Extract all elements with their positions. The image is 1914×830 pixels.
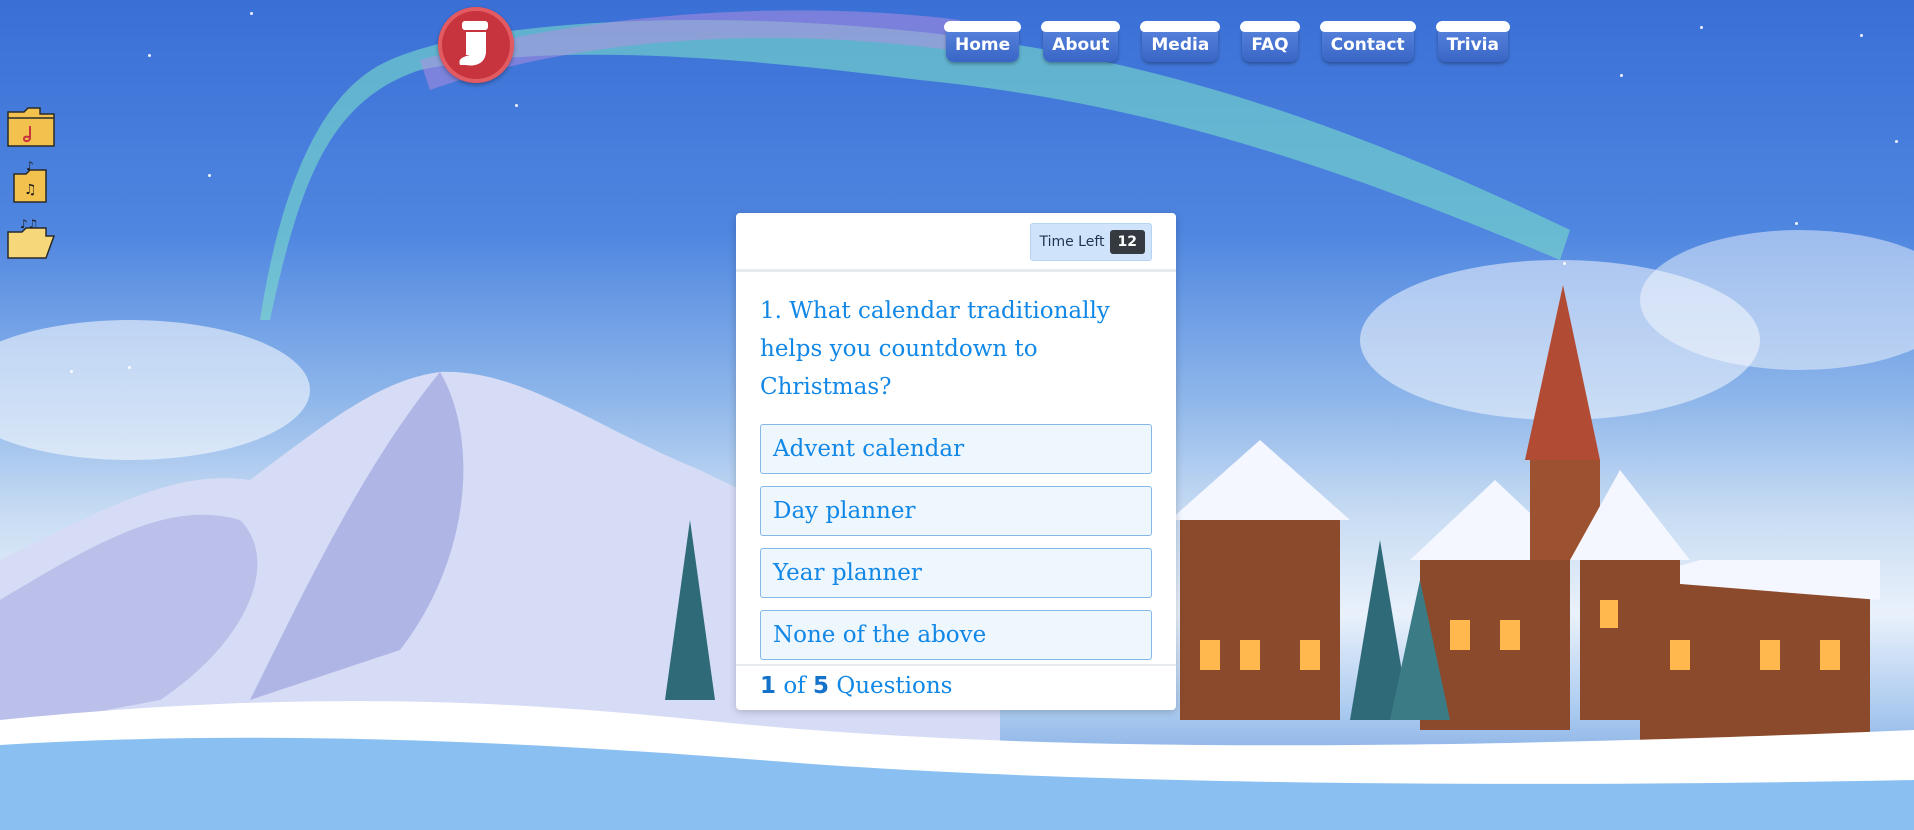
music-folder-icon (7, 107, 55, 147)
answer-option-1[interactable]: Advent calendar (760, 424, 1152, 474)
question-progress: 1 of 5 Questions (736, 664, 1176, 710)
svg-text:♫: ♫ (24, 182, 37, 198)
stocking-logo[interactable] (438, 7, 514, 83)
time-left-label: Time Left (1039, 234, 1105, 250)
progress-of: of (783, 673, 806, 699)
progress-questions-label: Questions (836, 673, 953, 699)
side-music-folders: ♪ ♫ ♪♫ (6, 104, 58, 272)
music-folder-1[interactable] (6, 104, 56, 148)
nav-faq[interactable]: FAQ (1240, 21, 1300, 62)
quiz-card: Time Left 12 1. What calendar traditiona… (736, 213, 1176, 710)
answer-option-4[interactable]: None of the above (760, 610, 1152, 660)
time-left-value: 12 (1109, 230, 1145, 254)
progress-total: 5 (813, 673, 830, 699)
music-folder-open-icon: ♪♫ (7, 217, 56, 259)
answer-option-3[interactable]: Year planner (760, 548, 1152, 598)
nav-about[interactable]: About (1041, 21, 1121, 62)
time-left-badge: Time Left 12 (1030, 223, 1152, 261)
quiz-header: Time Left 12 (736, 213, 1176, 272)
nav-home[interactable]: Home (943, 21, 1022, 62)
question-text: 1. What calendar traditionally helps you… (760, 298, 1110, 400)
music-folder-icon: ♪ ♫ (13, 160, 47, 203)
top-nav: Home About Media FAQ Contact Trivia (943, 21, 1511, 62)
nav-media[interactable]: Media (1140, 21, 1221, 62)
progress-current: 1 (760, 673, 777, 699)
music-folder-3[interactable]: ♪♫ (6, 216, 56, 260)
answer-option-2[interactable]: Day planner (760, 486, 1152, 536)
nav-contact[interactable]: Contact (1319, 21, 1416, 62)
stocking-icon (459, 21, 488, 66)
music-folder-2[interactable]: ♪ ♫ (6, 160, 56, 204)
nav-trivia[interactable]: Trivia (1435, 21, 1511, 62)
